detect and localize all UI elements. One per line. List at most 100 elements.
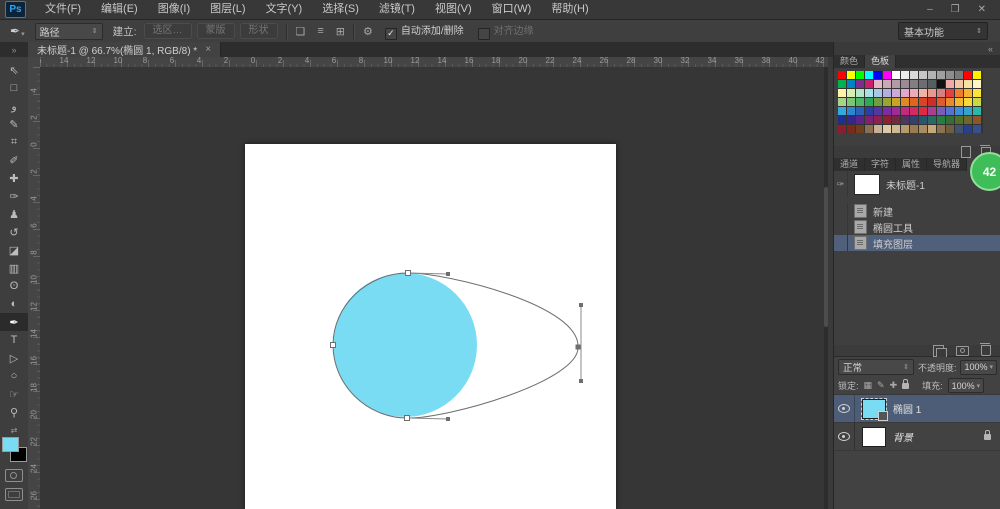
menu-item-6[interactable]: 滤镜(T) (369, 0, 425, 19)
color-swatch[interactable] (937, 80, 945, 88)
color-swatch[interactable] (892, 80, 900, 88)
color-swatch[interactable] (865, 89, 873, 97)
color-swatch[interactable] (919, 125, 927, 133)
color-swatch[interactable] (847, 116, 855, 124)
vertical-scrollbar[interactable] (824, 67, 828, 509)
color-swatch[interactable] (865, 71, 873, 79)
color-swatch[interactable] (937, 89, 945, 97)
menu-item-2[interactable]: 图像(I) (148, 0, 200, 19)
scrollbar-thumb[interactable] (824, 187, 828, 327)
color-swatch[interactable] (973, 80, 981, 88)
color-swatch[interactable] (964, 89, 972, 97)
color-swatch[interactable] (946, 98, 954, 106)
color-swatch[interactable] (928, 107, 936, 115)
color-swatch[interactable] (892, 107, 900, 115)
color-swatch[interactable] (901, 125, 909, 133)
swap-colors-icon[interactable]: ⇄ (0, 425, 28, 435)
color-swatch[interactable] (874, 89, 882, 97)
color-swatch[interactable] (865, 107, 873, 115)
color-swatch[interactable] (910, 80, 918, 88)
color-swatch[interactable] (838, 89, 846, 97)
color-swatch[interactable] (910, 107, 918, 115)
type-tool[interactable]: T (0, 331, 28, 349)
color-swatch[interactable] (901, 89, 909, 97)
dodge-tool[interactable]: ◐ (0, 295, 28, 313)
color-swatch[interactable] (856, 125, 864, 133)
color-swatch[interactable] (955, 89, 963, 97)
color-swatch[interactable] (856, 80, 864, 88)
brush-tool[interactable]: ✑ (0, 187, 28, 205)
tool-mode-select[interactable]: 路径 ⇕ (35, 23, 103, 40)
lasso-tool[interactable]: و (0, 97, 28, 115)
layer-row[interactable]: 背景 (834, 423, 1000, 451)
lock-position-icon[interactable]: ✚ (890, 380, 898, 391)
color-swatch[interactable] (892, 98, 900, 106)
blend-mode-select[interactable]: 正常 ⇕ (838, 359, 914, 375)
workspace-select[interactable]: 基本功能 ⇕ (898, 22, 988, 40)
quick-mask-button[interactable] (5, 469, 23, 482)
color-swatch[interactable] (937, 107, 945, 115)
color-swatch[interactable] (955, 71, 963, 79)
color-swatch[interactable] (856, 89, 864, 97)
color-swatch[interactable] (910, 125, 918, 133)
panel-tab-导航器[interactable]: 导航器 (927, 158, 967, 171)
color-swatch[interactable] (928, 80, 936, 88)
healing-brush-tool[interactable]: ✚ (0, 169, 28, 187)
lock-all-icon[interactable] (902, 383, 909, 389)
color-swatch[interactable] (928, 71, 936, 79)
menu-item-0[interactable]: 文件(F) (35, 0, 91, 19)
layer-row[interactable]: 椭圆 1 (834, 395, 1000, 423)
color-swatch[interactable] (892, 116, 900, 124)
panel-tab-字符[interactable]: 字符 (865, 158, 896, 171)
color-swatch[interactable] (919, 116, 927, 124)
color-swatch[interactable] (874, 98, 882, 106)
color-swatch[interactable] (883, 116, 891, 124)
color-swatch[interactable] (901, 98, 909, 106)
lock-transparency-icon[interactable]: ▦ (864, 380, 873, 391)
color-swatch[interactable] (874, 125, 882, 133)
visibility-toggle[interactable] (834, 395, 855, 422)
color-swatch[interactable] (892, 89, 900, 97)
color-swatch[interactable] (973, 89, 981, 97)
canvas-document[interactable] (245, 144, 616, 509)
restore-button[interactable]: ❐ (951, 0, 960, 19)
visibility-toggle[interactable] (834, 423, 855, 450)
path-alignment-icon[interactable]: ≡ (317, 25, 323, 38)
color-swatch[interactable] (883, 89, 891, 97)
quick-selection-tool[interactable]: ✎ (0, 115, 28, 133)
color-swatch[interactable] (919, 89, 927, 97)
color-swatch[interactable] (928, 125, 936, 133)
color-swatch[interactable] (874, 107, 882, 115)
color-swatch[interactable] (892, 71, 900, 79)
crop-tool[interactable]: ⌗ (0, 133, 28, 151)
color-swatch[interactable] (937, 71, 945, 79)
color-swatch[interactable] (955, 98, 963, 106)
color-swatch[interactable] (946, 71, 954, 79)
minimize-button[interactable]: – (927, 0, 933, 19)
color-swatch[interactable] (910, 116, 918, 124)
color-swatch[interactable] (865, 98, 873, 106)
history-source-well[interactable] (834, 219, 848, 235)
history-item[interactable]: 椭圆工具 (834, 219, 1000, 235)
move-tool[interactable]: ⇖ (0, 61, 28, 79)
color-swatch[interactable] (883, 107, 891, 115)
color-swatch[interactable] (883, 125, 891, 133)
color-swatch[interactable] (901, 107, 909, 115)
color-swatch[interactable] (856, 116, 864, 124)
color-swatch[interactable] (955, 107, 963, 115)
color-swatch[interactable] (847, 89, 855, 97)
color-swatch[interactable] (955, 125, 963, 133)
menu-item-9[interactable]: 帮助(H) (541, 0, 598, 19)
history-brush-tool[interactable]: ↺ (0, 223, 28, 241)
history-source-well[interactable]: ✑ (834, 171, 848, 197)
history-source-well[interactable] (834, 203, 848, 219)
ellipse-tool[interactable]: ○ (0, 367, 28, 385)
color-swatch[interactable] (838, 71, 846, 79)
color-swatch[interactable] (901, 80, 909, 88)
color-swatch[interactable] (883, 98, 891, 106)
color-swatch[interactable] (847, 125, 855, 133)
new-document-from-state-icon[interactable] (933, 345, 944, 357)
new-snapshot-icon[interactable] (956, 346, 969, 356)
path-arrange-icon[interactable]: ⊞ (336, 25, 345, 38)
color-swatch[interactable] (937, 125, 945, 133)
